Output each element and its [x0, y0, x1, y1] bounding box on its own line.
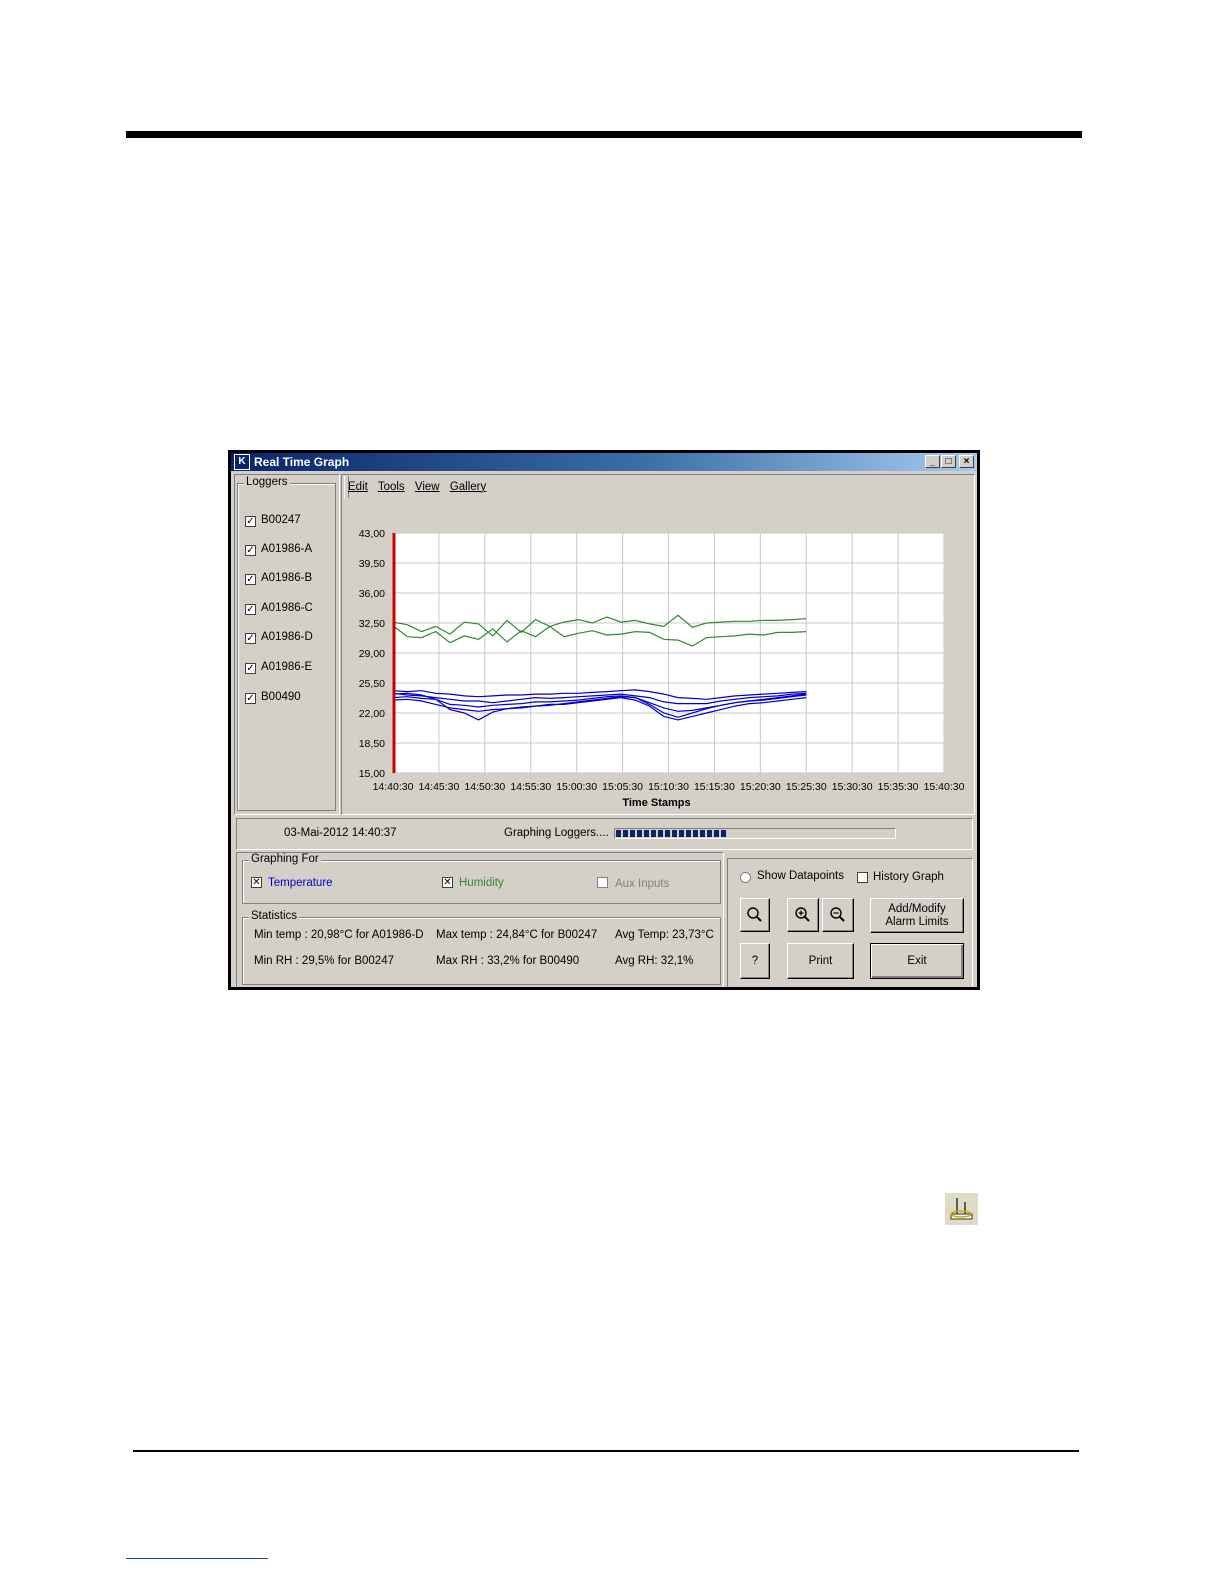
menu-edit[interactable]: Edit — [348, 481, 368, 493]
logger-checkbox[interactable]: ✓ — [245, 604, 256, 615]
help-button[interactable]: ? — [740, 943, 770, 979]
logger-label[interactable]: A01986-C — [261, 602, 313, 614]
logger-checkbox[interactable]: ✓ — [245, 663, 256, 674]
maximize-button[interactable]: □ — [941, 455, 956, 468]
x-tick-label: 14:40:30 — [373, 781, 414, 793]
y-tick-label: 29,00 — [359, 648, 385, 660]
menu-tools[interactable]: Tools — [378, 481, 405, 493]
zoom-in-button[interactable] — [787, 898, 819, 932]
realtime-graph-icon — [945, 1193, 978, 1225]
x-tick-label: 14:55:30 — [510, 781, 551, 793]
page-footer-link-underline — [126, 1558, 268, 1559]
y-tick-label: 25,50 — [359, 678, 385, 690]
y-tick-label: 32,50 — [359, 618, 385, 630]
x-tick-label: 15:25:30 — [786, 781, 827, 793]
y-tick-label: 15,00 — [359, 768, 385, 780]
menu-view[interactable]: View — [415, 481, 440, 493]
temperature-checkbox[interactable]: ✕ — [251, 877, 262, 888]
real-time-line-chart[interactable]: 14:40:30 14:45:30 14:50:30 14:55:30 15:00:30… — [344, 500, 973, 812]
graphing-for-label: Graphing For — [249, 853, 321, 865]
y-tick-label: 18,50 — [359, 738, 385, 750]
stat-min-temp: Min temp : 20,98°C for A01986-D — [254, 929, 424, 941]
real-time-graph-window: K Real Time Graph _ □ × Loggers ✓ B00247 ✓… — [228, 450, 980, 990]
aux-inputs-checkbox — [597, 877, 608, 888]
app-icon: K — [234, 454, 250, 470]
loggers-group-label: Loggers — [244, 476, 290, 488]
add-modify-alarm-limits-button[interactable]: Add/Modify Alarm Limits — [870, 898, 964, 933]
logger-checkbox[interactable]: ✓ — [245, 545, 256, 556]
y-tick-label: 39,50 — [359, 558, 385, 570]
stat-avg-rh: Avg RH: 32,1% — [615, 955, 694, 967]
zoom-in-icon — [795, 907, 810, 922]
logger-label[interactable]: B00490 — [261, 691, 301, 703]
status-graphing-label: Graphing Loggers.... — [504, 827, 609, 839]
x-axis-title: Time Stamps — [622, 797, 690, 809]
y-tick-label: 22,00 — [359, 708, 385, 720]
loggers-group: Loggers — [237, 476, 336, 811]
show-datapoints-label[interactable]: Show Datapoints — [757, 870, 844, 882]
humidity-checkbox[interactable]: ✕ — [442, 877, 453, 888]
stat-max-rh: Max RH : 33,2% for B00490 — [436, 955, 580, 967]
stat-max-temp: Max temp : 24,84°C for B00247 — [436, 929, 598, 941]
humidity-label[interactable]: Humidity — [459, 877, 504, 889]
add-modify-line1: Add/Modify — [888, 902, 946, 915]
menu-gallery[interactable]: Gallery — [450, 481, 486, 493]
logger-label[interactable]: B00247 — [261, 514, 301, 526]
statistics-group: Statistics — [242, 910, 721, 985]
window-title: Real Time Graph — [254, 455, 350, 469]
add-modify-line2: Alarm Limits — [885, 915, 949, 928]
stat-avg-temp: Avg Temp: 23,73°C — [615, 929, 714, 941]
x-tick-label: 14:50:30 — [464, 781, 505, 793]
zoom-out-button[interactable] — [822, 898, 854, 932]
logger-label[interactable]: A01986-A — [261, 543, 312, 555]
close-button[interactable]: × — [959, 455, 974, 468]
progress-fill — [616, 830, 727, 837]
status-timestamp: 03-Mai-2012 14:40:37 — [284, 827, 397, 839]
page-bottom-rule — [133, 1450, 1079, 1452]
zoom-button[interactable] — [740, 898, 770, 932]
x-tick-label: 15:35:30 — [878, 781, 919, 793]
y-tick-label: 43,00 — [359, 528, 385, 540]
logger-label[interactable]: A01986-B — [261, 572, 312, 584]
x-tick-label: 15:05:30 — [602, 781, 643, 793]
page-top-rule — [126, 131, 1082, 138]
history-graph-checkbox[interactable] — [857, 872, 868, 883]
graphing-progress-bar — [614, 828, 896, 839]
print-button[interactable]: Print — [787, 943, 854, 979]
statistics-label: Statistics — [249, 910, 300, 922]
status-bar: 03-Mai-2012 14:40:37 Graphing Loggers...… — [236, 818, 973, 850]
logger-checkbox[interactable]: ✓ — [245, 633, 256, 644]
x-tick-label: 15:40:30 — [924, 781, 965, 793]
minimize-button[interactable]: _ — [925, 455, 940, 468]
logger-label[interactable]: A01986-D — [261, 631, 313, 643]
y-tick-label: 36,00 — [359, 588, 385, 600]
history-graph-label[interactable]: History Graph — [873, 871, 944, 883]
x-tick-label: 15:30:30 — [832, 781, 873, 793]
temperature-label[interactable]: Temperature — [268, 877, 333, 889]
x-tick-label: 15:20:30 — [740, 781, 781, 793]
logger-checkbox[interactable]: ✓ — [245, 516, 256, 527]
title-bar[interactable]: K Real Time Graph _ □ × — [231, 453, 977, 471]
logger-label[interactable]: A01986-E — [261, 661, 312, 673]
show-datapoints-radio[interactable] — [740, 872, 751, 883]
exit-button[interactable]: Exit — [870, 943, 964, 979]
zoom-out-icon — [830, 907, 845, 922]
loggers-panel: Loggers ✓ B00247 ✓ A01986-A ✓ A01986-B ✓ A01986… — [234, 474, 340, 815]
x-tick-label: 15:10:30 — [648, 781, 689, 793]
x-tick-label: 15:00:30 — [556, 781, 597, 793]
logger-checkbox[interactable]: ✓ — [245, 574, 256, 585]
aux-inputs-label: Aux Inputs — [615, 878, 670, 890]
x-tick-label: 14:45:30 — [418, 781, 459, 793]
logger-checkbox[interactable]: ✓ — [245, 693, 256, 704]
magnifier-icon — [747, 907, 762, 922]
chart-menu-bar: Edit Tools View Gallery — [348, 481, 493, 493]
stat-min-rh: Min RH : 29,5% for B00247 — [254, 955, 394, 967]
x-tick-label: 15:15:30 — [694, 781, 735, 793]
